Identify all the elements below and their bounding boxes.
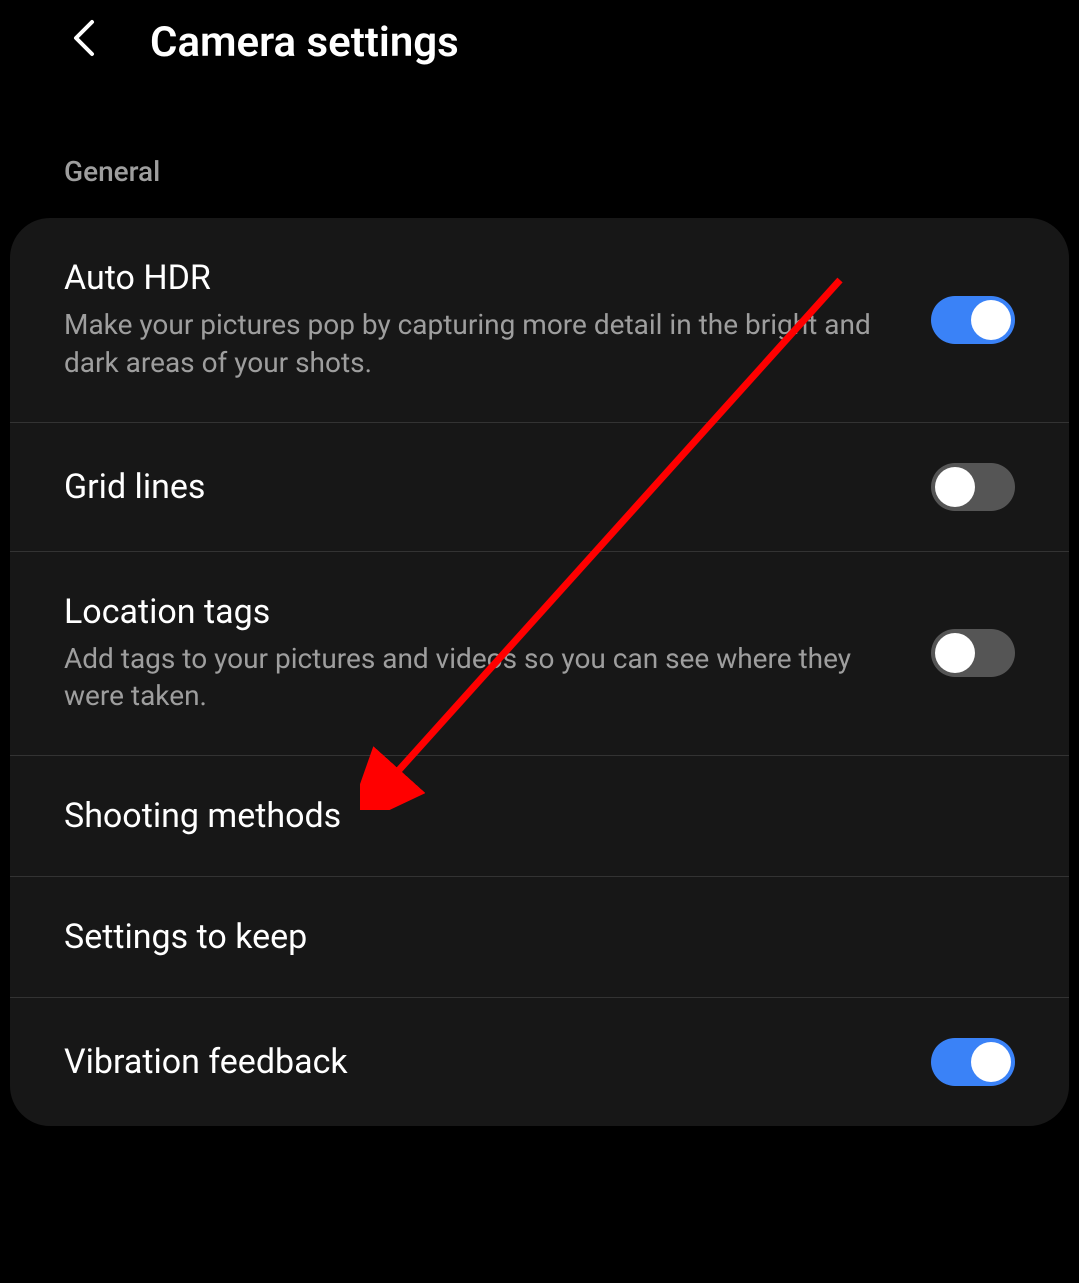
- toggle-knob: [935, 633, 975, 673]
- setting-title: Grid lines: [64, 467, 901, 507]
- setting-description: Make your pictures pop by capturing more…: [64, 306, 901, 382]
- setting-text: Grid lines: [64, 467, 931, 507]
- location-tags-toggle[interactable]: [931, 629, 1015, 677]
- page-title: Camera settings: [150, 18, 459, 67]
- vibration-feedback-toggle[interactable]: [931, 1038, 1015, 1086]
- setting-auto-hdr[interactable]: Auto HDR Make your pictures pop by captu…: [10, 218, 1069, 423]
- setting-text: Settings to keep: [64, 917, 1015, 957]
- header: Camera settings: [0, 0, 1079, 85]
- setting-location-tags[interactable]: Location tags Add tags to your pictures …: [10, 552, 1069, 757]
- grid-lines-toggle[interactable]: [931, 463, 1015, 511]
- setting-title: Settings to keep: [64, 917, 985, 957]
- setting-text: Shooting methods: [64, 796, 1015, 836]
- setting-title: Auto HDR: [64, 258, 901, 298]
- toggle-knob: [971, 300, 1011, 340]
- setting-vibration-feedback[interactable]: Vibration feedback: [10, 998, 1069, 1126]
- toggle-knob: [935, 467, 975, 507]
- setting-description: Add tags to your pictures and videos so …: [64, 640, 901, 716]
- setting-title: Vibration feedback: [64, 1042, 901, 1082]
- settings-card: Auto HDR Make your pictures pop by captu…: [10, 218, 1069, 1126]
- setting-shooting-methods[interactable]: Shooting methods: [10, 756, 1069, 877]
- toggle-knob: [971, 1042, 1011, 1082]
- setting-title: Location tags: [64, 592, 901, 632]
- section-label: General: [0, 85, 1079, 208]
- setting-text: Vibration feedback: [64, 1042, 931, 1082]
- setting-settings-to-keep[interactable]: Settings to keep: [10, 877, 1069, 998]
- back-icon[interactable]: [68, 22, 100, 54]
- setting-title: Shooting methods: [64, 796, 985, 836]
- setting-grid-lines[interactable]: Grid lines: [10, 423, 1069, 552]
- auto-hdr-toggle[interactable]: [931, 296, 1015, 344]
- setting-text: Auto HDR Make your pictures pop by captu…: [64, 258, 931, 382]
- setting-text: Location tags Add tags to your pictures …: [64, 592, 931, 716]
